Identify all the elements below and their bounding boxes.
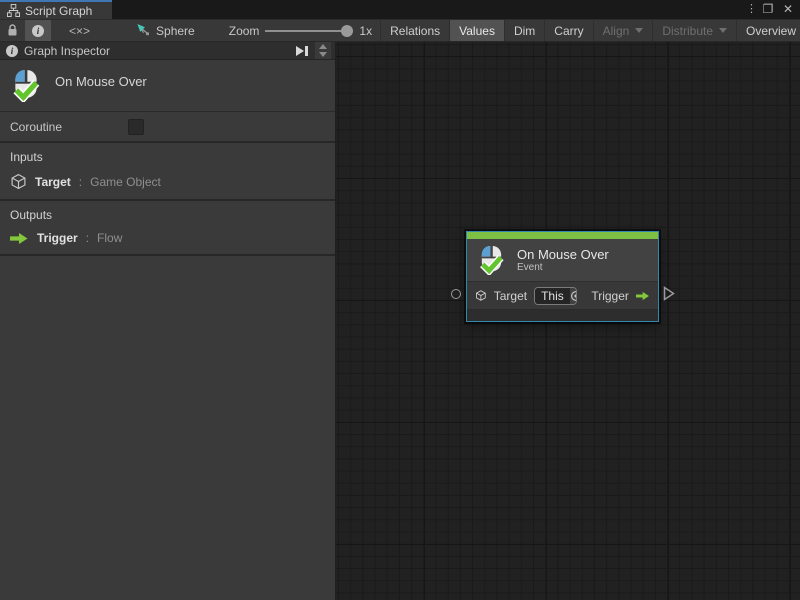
toolbar-view-buttons: Relations Values Dim Carry Align Distrib…	[380, 20, 800, 41]
node-header[interactable]: On Mouse Over Event	[467, 239, 658, 282]
input-name: Target	[35, 175, 71, 189]
header-scrubber[interactable]	[315, 42, 331, 59]
zoom-control: Zoom 1x	[221, 20, 380, 41]
tab-bar: Script Graph ⋮ ❐ ✕	[0, 0, 800, 19]
chevron-up-icon	[319, 44, 327, 49]
coroutine-checkbox[interactable]	[128, 119, 144, 135]
graph-owner-label: Sphere	[156, 24, 195, 38]
inputs-header: Inputs	[10, 150, 325, 164]
chevron-down-icon	[319, 52, 327, 57]
target-value-field[interactable]: This	[534, 287, 577, 305]
graph-inspector-header: i Graph Inspector	[0, 42, 335, 60]
dropdown-arrow-icon	[635, 28, 643, 33]
object-picker-button[interactable]	[570, 288, 578, 304]
node-title: On Mouse Over	[517, 247, 609, 262]
target-port-label: Target	[494, 289, 527, 303]
dock-sidebar-icon[interactable]	[295, 45, 309, 57]
node-color-bar	[467, 232, 658, 239]
io-separator: :	[86, 231, 89, 245]
game-object-cube-icon	[475, 288, 487, 303]
trigger-output-port[interactable]	[663, 286, 675, 301]
graph-canvas[interactable]: On Mouse Over Event Target This	[336, 42, 800, 600]
game-object-cube-icon	[10, 173, 27, 190]
node-subtitle: Event	[517, 262, 609, 274]
zoom-slider-handle[interactable]	[341, 25, 353, 37]
zoom-slider[interactable]	[265, 24, 353, 38]
io-separator: :	[79, 175, 82, 189]
window-controls: ⋮ ❐ ✕	[746, 0, 796, 19]
overview-button[interactable]: Overview	[736, 20, 800, 41]
inspector-empty-area	[0, 256, 335, 600]
unit-title: On Mouse Over	[55, 74, 147, 89]
tab-label: Script Graph	[25, 4, 92, 18]
inputs-section: Inputs Target : Game Object	[0, 143, 335, 201]
on-mouse-over-node[interactable]: On Mouse Over Event Target This	[466, 231, 659, 322]
distribute-dropdown[interactable]: Distribute	[652, 20, 736, 41]
align-dropdown[interactable]: Align	[593, 20, 653, 41]
input-type: Game Object	[90, 175, 161, 189]
outputs-section: Outputs Trigger : Flow	[0, 201, 335, 256]
zoom-value: 1x	[359, 24, 372, 38]
main-area: i Graph Inspector	[0, 42, 800, 600]
trigger-port-label: Trigger	[591, 289, 629, 303]
graph-pointer-icon	[136, 23, 151, 38]
unit-summary: On Mouse Over	[0, 60, 335, 112]
inspector-toggle-button[interactable]: i	[25, 20, 51, 41]
output-row-trigger: Trigger : Flow	[10, 231, 325, 245]
zoom-slider-track	[265, 30, 353, 32]
script-graph-icon	[7, 4, 20, 17]
mouse-event-icon	[10, 69, 42, 102]
carry-button[interactable]: Carry	[544, 20, 592, 41]
input-row-target: Target : Game Object	[10, 173, 325, 190]
info-icon: i	[32, 25, 44, 37]
zoom-label: Zoom	[229, 24, 260, 38]
lock-icon	[7, 24, 18, 37]
output-type: Flow	[97, 231, 122, 245]
maximize-icon[interactable]: ❐	[760, 1, 776, 18]
edit-script-button[interactable]: <×>	[51, 20, 108, 41]
graph-owner[interactable]: Sphere	[126, 20, 205, 41]
flow-arrow-icon	[10, 232, 29, 245]
outputs-header: Outputs	[10, 208, 325, 222]
node-footer	[467, 310, 658, 321]
flow-arrow-icon	[636, 290, 650, 302]
output-name: Trigger	[37, 231, 78, 245]
code-icon: <×>	[69, 24, 90, 38]
node-port-row: Target This Trigger	[467, 282, 658, 310]
graph-inspector-title: Graph Inspector	[24, 44, 289, 58]
close-icon[interactable]: ✕	[780, 1, 796, 18]
values-button[interactable]: Values	[449, 20, 504, 41]
target-input-port[interactable]	[451, 289, 461, 299]
relations-button[interactable]: Relations	[380, 20, 449, 41]
node-titles: On Mouse Over Event	[517, 247, 609, 274]
dim-button[interactable]: Dim	[504, 20, 544, 41]
graph-toolbar: i <×> Sphere Zoom 1x Relations V	[0, 19, 800, 42]
target-value: This	[535, 288, 570, 304]
graph-inspector-panel: i Graph Inspector	[0, 42, 336, 600]
coroutine-row: Coroutine	[0, 112, 335, 143]
coroutine-label: Coroutine	[10, 120, 128, 134]
info-icon: i	[6, 45, 18, 57]
window-menu-icon[interactable]: ⋮	[746, 1, 756, 18]
mouse-event-icon	[477, 245, 506, 275]
lock-button[interactable]	[0, 20, 25, 41]
tab-script-graph[interactable]: Script Graph	[0, 0, 112, 19]
dropdown-arrow-icon	[719, 28, 727, 33]
script-graph-window: Script Graph ⋮ ❐ ✕ i <×>	[0, 0, 800, 600]
object-picker-icon	[570, 290, 578, 302]
